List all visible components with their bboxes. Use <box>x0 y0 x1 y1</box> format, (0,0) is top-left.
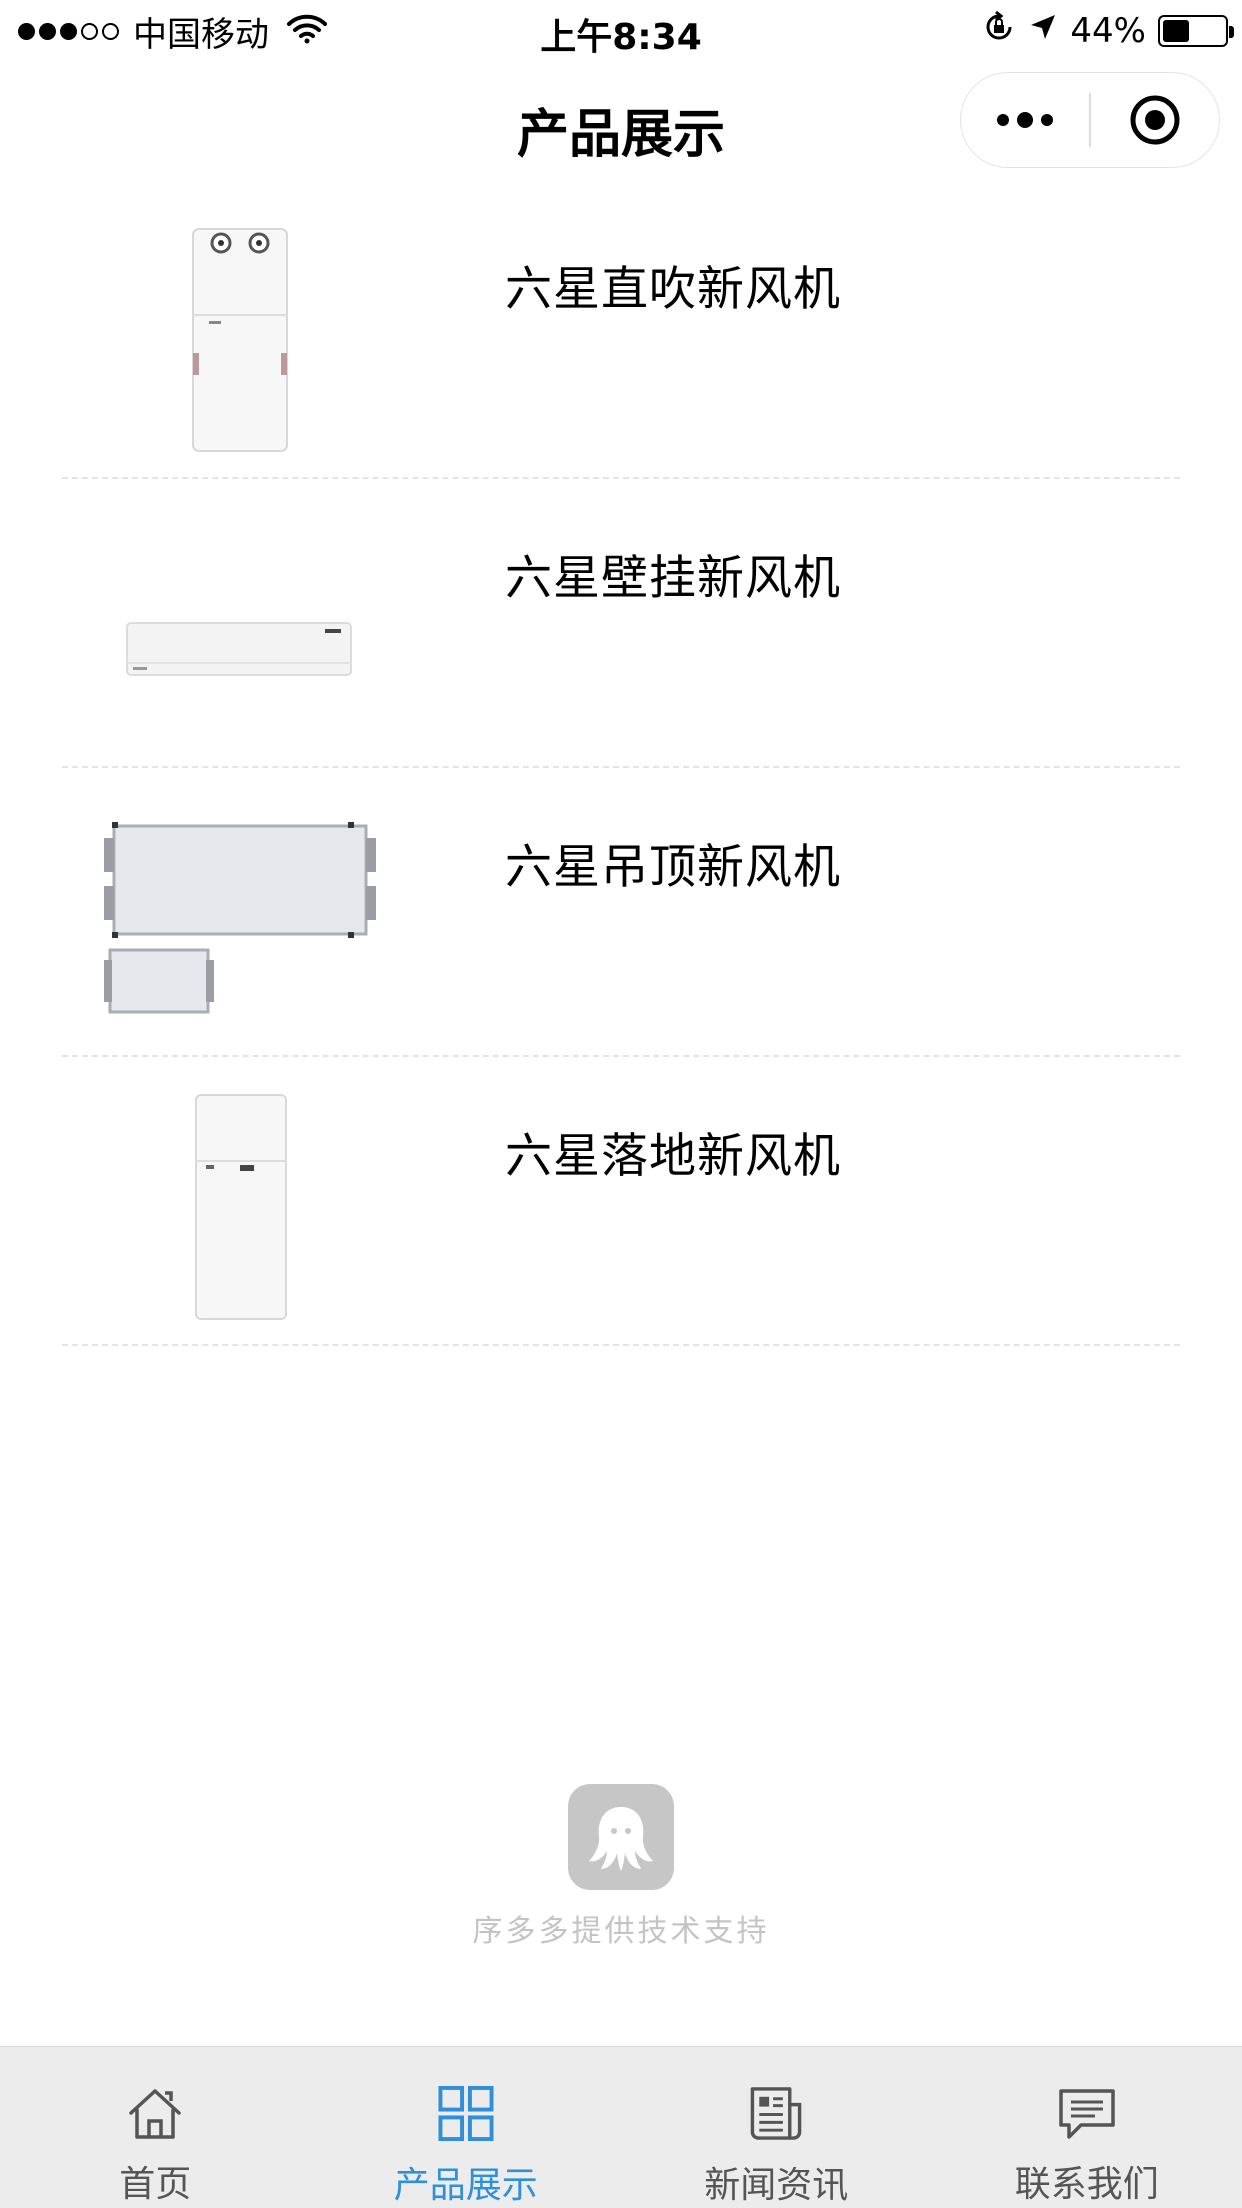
product-item[interactable]: 六星吊顶新风机 <box>0 768 1242 1057</box>
product-item[interactable]: 六星直吹新风机 <box>0 190 1242 479</box>
home-icon <box>129 2089 181 2139</box>
product-image-floor-standing <box>80 1087 400 1327</box>
close-mini-program-button[interactable] <box>1091 72 1219 168</box>
octopus-logo-icon <box>568 1784 674 1890</box>
tab-label: 产品展示 <box>393 2165 538 2206</box>
tab-products[interactable]: 产品展示 <box>311 2047 622 2208</box>
product-name: 六星壁挂新风机 <box>505 551 841 606</box>
tab-news[interactable]: 新闻资讯 <box>621 2047 932 2208</box>
tab-label: 联系我们 <box>1014 2164 1159 2205</box>
product-image-upright <box>80 220 400 460</box>
product-name: 六星落地新风机 <box>505 1129 841 1184</box>
tab-contact[interactable]: 联系我们 <box>932 2047 1242 2208</box>
battery-icon <box>1158 15 1234 47</box>
product-image-ceiling <box>80 798 400 1038</box>
more-menu-button[interactable] <box>961 72 1089 168</box>
news-icon <box>750 2087 802 2140</box>
grid-icon <box>438 2085 494 2142</box>
tab-home[interactable]: 首页 <box>0 2047 311 2208</box>
target-close-icon <box>1130 95 1180 145</box>
tab-bar: 首页 产品展示 新闻资讯 联系我们 <box>0 2046 1242 2208</box>
battery-level-fill <box>1163 20 1190 42</box>
tech-support-footer: 序多多提供技术支持 <box>0 1784 1242 1950</box>
product-name: 六星吊顶新风机 <box>505 840 841 895</box>
tech-support-text: 序多多提供技术支持 <box>472 1914 770 1949</box>
divider <box>62 1344 1180 1346</box>
product-image-wall-mounted <box>80 509 400 749</box>
more-dots-icon <box>997 112 1054 128</box>
product-item[interactable]: 六星落地新风机 <box>0 1057 1242 1346</box>
location-arrow-icon <box>1028 11 1058 51</box>
status-bar: 中国移动 上午8:34 44% <box>0 0 1242 62</box>
message-icon <box>1059 2089 1115 2139</box>
status-right: 44% <box>982 10 1234 53</box>
rotation-lock-icon <box>982 10 1016 53</box>
product-list: 六星直吹新风机 六星壁挂新风机 六星吊顶新风机 六星落地新风机 <box>0 190 1242 1346</box>
tab-label: 首页 <box>119 2164 192 2205</box>
tab-label: 新闻资讯 <box>704 2165 849 2206</box>
battery-percent: 44% <box>1070 11 1146 51</box>
product-name: 六星直吹新风机 <box>505 262 841 317</box>
nav-bar: 产品展示 <box>0 62 1242 184</box>
product-item[interactable]: 六星壁挂新风机 <box>0 479 1242 768</box>
mini-program-capsule <box>960 72 1220 168</box>
